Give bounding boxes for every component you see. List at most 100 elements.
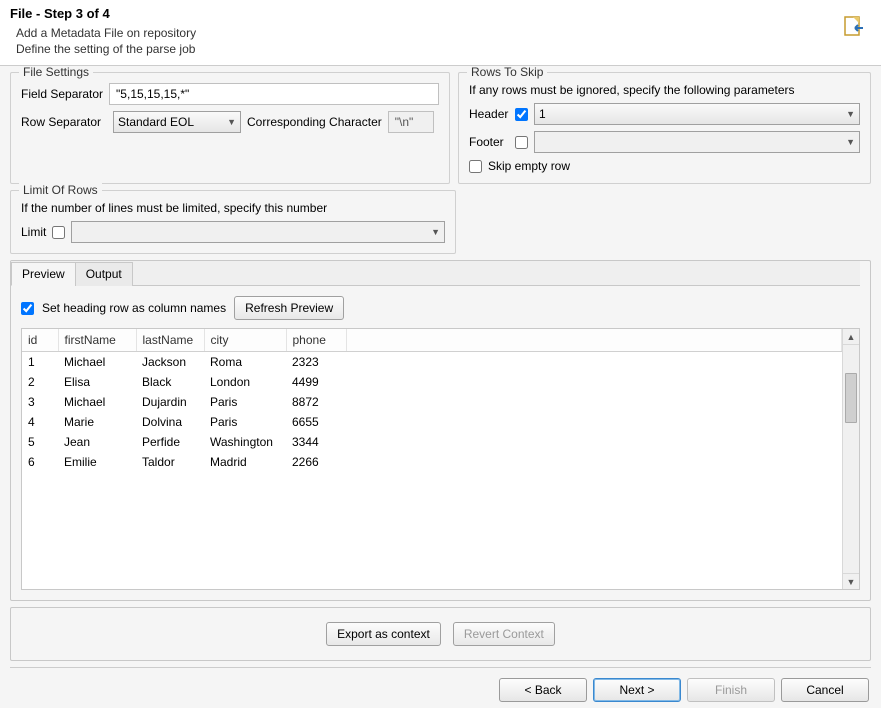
table-cell: Michael (58, 351, 136, 372)
finish-button: Finish (687, 678, 775, 702)
table-cell: Washington (204, 432, 286, 452)
tab-preview[interactable]: Preview (11, 262, 76, 286)
scroll-track[interactable] (843, 345, 859, 573)
wizard-header: File - Step 3 of 4 Add a Metadata File o… (0, 0, 881, 66)
table-cell: 2266 (286, 452, 346, 472)
preview-controls: Set heading row as column names Refresh … (21, 296, 860, 320)
table-cell: 2 (22, 372, 58, 392)
file-settings-group: File Settings Field Separator Row Separa… (10, 72, 450, 184)
table-cell: Roma (204, 351, 286, 372)
table-cell: Dujardin (136, 392, 204, 412)
header-skip-checkbox[interactable] (515, 108, 528, 121)
footer-skip-label: Footer (469, 135, 509, 149)
table-column-header[interactable]: city (204, 329, 286, 351)
heading-row-checkbox[interactable] (21, 302, 34, 315)
rows-to-skip-group: Rows To Skip If any rows must be ignored… (458, 72, 871, 184)
wizard-buttons: < Back Next > Finish Cancel (0, 678, 881, 702)
page-title: File - Step 3 of 4 (10, 6, 839, 21)
back-button[interactable]: < Back (499, 678, 587, 702)
table-cell: Perfide (136, 432, 204, 452)
table-cell: 2323 (286, 351, 346, 372)
table-row[interactable]: 2ElisaBlackLondon4499 (22, 372, 842, 392)
footer-skip-value-select: ▼ (534, 131, 860, 153)
table-cell: 5 (22, 432, 58, 452)
table-cell: Dolvina (136, 412, 204, 432)
table-cell: Paris (204, 392, 286, 412)
refresh-preview-button[interactable]: Refresh Preview (234, 296, 344, 320)
preview-table: idfirstNamelastNamecityphone 1MichaelJac… (22, 329, 842, 472)
row-separator-label: Row Separator (21, 115, 107, 129)
field-separator-label: Field Separator (21, 87, 103, 101)
table-cell: Elisa (58, 372, 136, 392)
vertical-scrollbar[interactable]: ▲ ▼ (842, 329, 859, 589)
field-separator-input[interactable] (109, 83, 439, 105)
limit-hint: If the number of lines must be limited, … (21, 201, 327, 215)
limit-rows-group: Limit Of Rows If the number of lines mus… (10, 190, 456, 254)
corresponding-char-input (388, 111, 434, 133)
table-cell: 6 (22, 452, 58, 472)
preview-tabs: Preview Output Set heading row as column… (10, 260, 871, 601)
footer-skip-checkbox[interactable] (515, 136, 528, 149)
wizard-content: File Settings Field Separator Row Separa… (0, 66, 881, 667)
header-skip-label: Header (469, 107, 509, 121)
chevron-down-icon: ▼ (846, 109, 855, 119)
next-button[interactable]: Next > (593, 678, 681, 702)
scroll-up-icon[interactable]: ▲ (843, 329, 859, 345)
rows-to-skip-legend: Rows To Skip (467, 66, 547, 79)
tab-body: Set heading row as column names Refresh … (11, 286, 870, 600)
chevron-down-icon: ▼ (431, 227, 440, 237)
table-cell: 1 (22, 351, 58, 372)
limit-checkbox[interactable] (52, 226, 65, 239)
cancel-button[interactable]: Cancel (781, 678, 869, 702)
scroll-down-icon[interactable]: ▼ (843, 573, 859, 589)
table-row[interactable]: 5JeanPerfideWashington3344 (22, 432, 842, 452)
file-settings-legend: File Settings (19, 66, 93, 79)
tab-bar: Preview Output (11, 261, 860, 286)
export-context-button[interactable]: Export as context (326, 622, 441, 646)
row-separator-value: Standard EOL (118, 115, 194, 129)
table-row[interactable]: 4MarieDolvinaParis6655 (22, 412, 842, 432)
limit-value-select: ▼ (71, 221, 445, 243)
heading-row-label: Set heading row as column names (42, 301, 226, 315)
table-cell: Jean (58, 432, 136, 452)
subtitle-2: Define the setting of the parse job (10, 41, 839, 57)
top-row: File Settings Field Separator Row Separa… (10, 72, 871, 184)
table-cell: Taldor (136, 452, 204, 472)
table-cell: London (204, 372, 286, 392)
table-row[interactable]: 3MichaelDujardinParis8872 (22, 392, 842, 412)
subtitle-1: Add a Metadata File on repository (10, 25, 839, 41)
tab-output[interactable]: Output (75, 262, 133, 286)
table-row[interactable]: 1MichaelJacksonRoma2323 (22, 351, 842, 372)
table-cell: 4 (22, 412, 58, 432)
table-cell: Madrid (204, 452, 286, 472)
table-cell: Black (136, 372, 204, 392)
skip-empty-row-label: Skip empty row (488, 159, 570, 173)
scroll-thumb[interactable] (845, 373, 857, 423)
table-row[interactable]: 6EmilieTaldorMadrid2266 (22, 452, 842, 472)
wizard-footer: < Back Next > Finish Cancel (0, 667, 881, 708)
rows-skip-hint: If any rows must be ignored, specify the… (469, 83, 795, 97)
table-body: 1MichaelJacksonRoma23232ElisaBlackLondon… (22, 351, 842, 472)
header-skip-value-select[interactable]: 1 ▼ (534, 103, 860, 125)
chevron-down-icon: ▼ (846, 137, 855, 147)
limit-legend: Limit Of Rows (19, 183, 102, 197)
table-column-header[interactable]: id (22, 329, 58, 351)
skip-empty-row-checkbox[interactable] (469, 160, 482, 173)
table-cell: 3344 (286, 432, 346, 452)
table-cell: 3 (22, 392, 58, 412)
corresponding-char-label: Corresponding Character (247, 115, 382, 129)
preview-table-scroll: idfirstNamelastNamecityphone 1MichaelJac… (22, 329, 842, 589)
table-cell: Emilie (58, 452, 136, 472)
table-cell: 6655 (286, 412, 346, 432)
file-wizard-icon (839, 14, 867, 42)
table-column-header[interactable]: phone (286, 329, 346, 351)
table-cell: Marie (58, 412, 136, 432)
header-text: File - Step 3 of 4 Add a Metadata File o… (10, 6, 839, 57)
table-cell: 4499 (286, 372, 346, 392)
table-column-header[interactable]: lastName (136, 329, 204, 351)
table-column-header[interactable]: firstName (58, 329, 136, 351)
preview-table-wrap: idfirstNamelastNamecityphone 1MichaelJac… (21, 328, 860, 590)
row-separator-select[interactable]: Standard EOL ▼ (113, 111, 241, 133)
limit-label: Limit (21, 225, 46, 239)
chevron-down-icon: ▼ (227, 117, 236, 127)
